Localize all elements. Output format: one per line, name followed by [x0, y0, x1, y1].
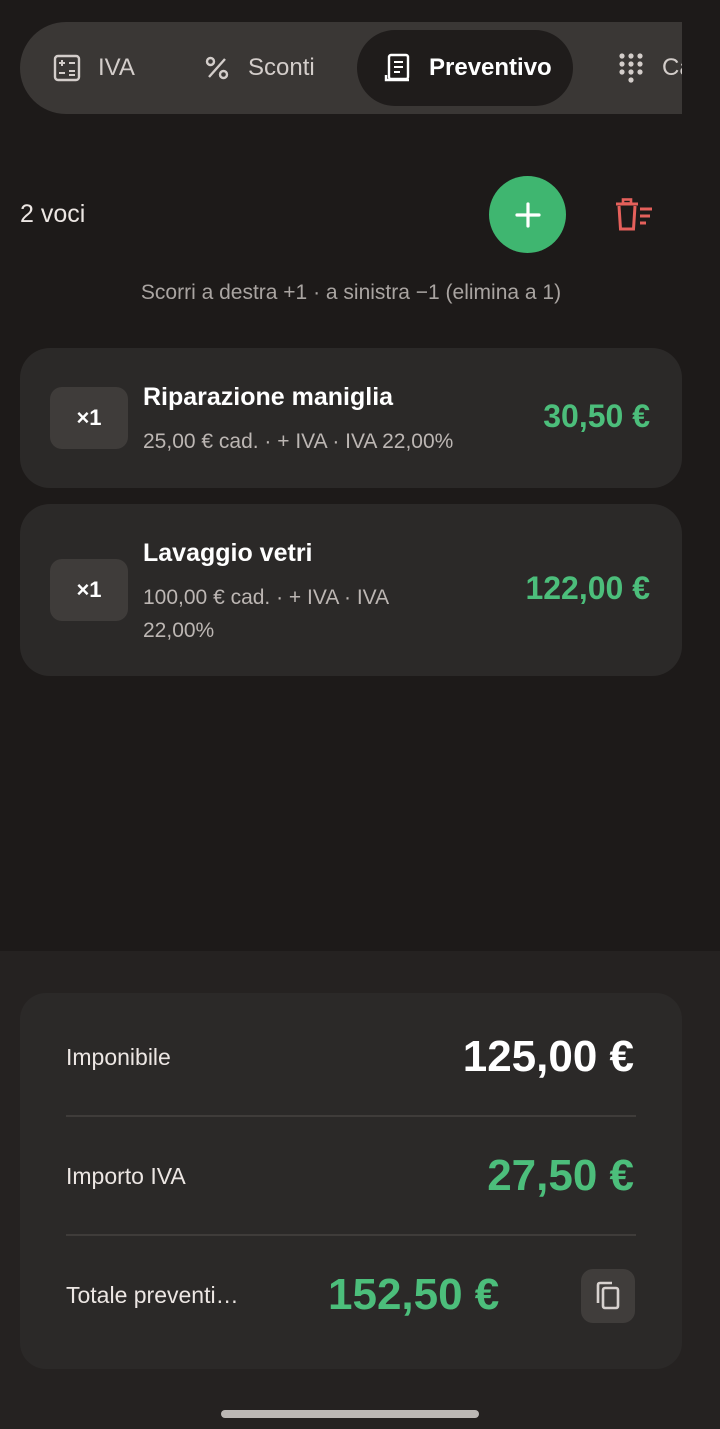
- item-name: Riparazione maniglia: [143, 383, 394, 411]
- iva-label: Importo IVA: [66, 1163, 186, 1189]
- imponibile-label: Imponibile: [66, 1044, 171, 1070]
- totals-card: Imponibile 125,00 € Importo IVA 27,50 € …: [20, 993, 682, 1369]
- plus-icon: [514, 201, 541, 228]
- item-price: 30,50 €: [543, 398, 650, 434]
- clear-list-button[interactable]: [610, 196, 658, 234]
- tab-preventivo[interactable]: Preventivo: [357, 30, 573, 106]
- tab-bar: IVA Sconti Preventivo C: [20, 22, 682, 114]
- totale-value: 152,50 €: [328, 1270, 500, 1319]
- tab-calcolatrice[interactable]: Ca: [616, 30, 682, 106]
- tab-preventivo-label: Preventivo: [429, 54, 552, 81]
- receipt-icon: [383, 53, 413, 83]
- item-name: Lavaggio vetri: [143, 539, 313, 567]
- copy-total-button[interactable]: [581, 1269, 635, 1323]
- home-indicator[interactable]: [221, 1410, 479, 1418]
- tab-bar-viewport: IVA Sconti Preventivo C: [20, 22, 682, 114]
- percent-icon: [202, 53, 232, 83]
- item-details: 25,00 € cad. · + IVA · IVA 22,00%: [143, 430, 454, 453]
- tab-sconti[interactable]: Sconti: [202, 30, 315, 106]
- quantity-badge[interactable]: ×1: [50, 387, 128, 449]
- item-price: 122,00 €: [525, 570, 650, 606]
- imponibile-value: 125,00 €: [462, 1032, 634, 1081]
- iva-value: 27,50 €: [487, 1151, 634, 1200]
- tab-iva[interactable]: IVA: [52, 30, 135, 106]
- totale-label: Totale preventi…: [66, 1282, 239, 1308]
- divider: [66, 1115, 636, 1117]
- quote-item[interactable]: ×1 Riparazione maniglia 25,00 € cad. · +…: [20, 348, 682, 488]
- keypad-icon: [616, 53, 646, 83]
- item-details: 100,00 € cad. · + IVA · IVA 22,00%: [143, 586, 388, 642]
- divider: [66, 1234, 636, 1236]
- swipe-hint: Scorri a destra +1 · a sinistra −1 (elim…: [140, 281, 562, 304]
- tab-iva-label: IVA: [98, 54, 135, 81]
- tab-sconti-label: Sconti: [248, 54, 315, 81]
- calculator-icon: [52, 53, 82, 83]
- copy-icon: [594, 1281, 622, 1311]
- item-count: 2 voci: [20, 200, 86, 228]
- add-item-button[interactable]: [489, 176, 566, 253]
- tab-calcolatrice-label: Ca: [662, 54, 682, 81]
- quote-item[interactable]: ×1 Lavaggio vetri 100,00 € cad. · + IVA …: [20, 504, 682, 676]
- delete-list-icon: [613, 198, 655, 232]
- quantity-badge[interactable]: ×1: [50, 559, 128, 621]
